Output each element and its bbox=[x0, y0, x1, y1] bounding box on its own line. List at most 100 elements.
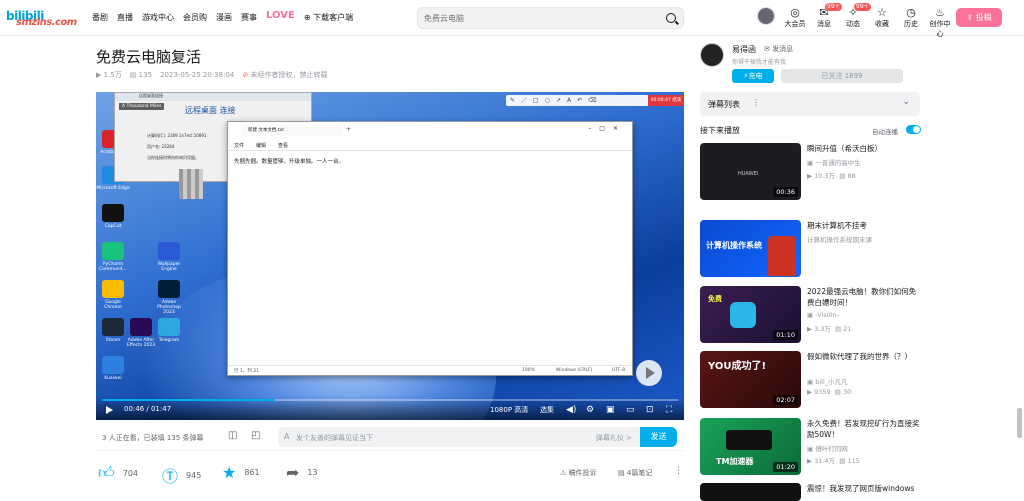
recommend-item[interactable]: 震惊！我发现了网页版windows bbox=[700, 483, 920, 501]
search-input[interactable] bbox=[424, 11, 654, 25]
recommend-title[interactable]: 震惊！我发现了网页版windows bbox=[807, 483, 920, 494]
creator-entry[interactable]: ♨ 创作中心 bbox=[929, 6, 951, 39]
recommend-danmaku: 21 bbox=[843, 325, 852, 333]
quality-selector[interactable]: 1080P 高清 bbox=[490, 405, 528, 415]
recommend-danmaku: 88 bbox=[847, 172, 856, 180]
vip-entry[interactable]: ◎ 大会员 bbox=[784, 6, 806, 39]
recommend-item[interactable]: HUAWEI 00:36 瞬间升值（希沃白板） ▣ 一普通的高中生 ▶ 10.3万… bbox=[700, 143, 920, 201]
nav-item-download-client[interactable]: ⊕ 下载客户端 bbox=[304, 12, 353, 23]
recommend-uploader[interactable]: 计算机操作系统期末课 bbox=[807, 234, 872, 244]
screen-recorder-toolbar: ✎ ／ □ ○ ↗ A ↶ ⌫ 00:00:47 结束 bbox=[506, 95, 684, 106]
nav-item-bangumi[interactable]: 番剧 bbox=[92, 12, 108, 23]
recommend-thumbnail[interactable]: YOU成功了! 02:07 bbox=[700, 351, 801, 408]
nav-item-love[interactable]: LOVE bbox=[266, 10, 295, 23]
danmaku-settings-icon[interactable]: ◰ bbox=[251, 430, 260, 441]
video-player[interactable]: Acrobat DC Microsoft Edge CapCut PyCharm… bbox=[96, 92, 684, 420]
recommend-item[interactable]: TM加速器 01:20 永久免费！若发现挖矿行为直接奖励50W！ ▣ 傅叶打同网 … bbox=[700, 418, 920, 476]
steam-icon bbox=[102, 318, 124, 336]
video-actions: 👍︎ 704 Ⓣ 945 ★ 861 ➦ 13 ⚠ 稿件投诉 ▤ 4篇笔记 ⋮ bbox=[96, 458, 684, 486]
page-scrollbar[interactable] bbox=[1017, 408, 1022, 438]
nav-item-mall[interactable]: 会员购 bbox=[183, 12, 207, 23]
nav-item-manga[interactable]: 漫画 bbox=[216, 12, 232, 23]
recommend-uploader[interactable]: ▣ 一普通的高中生 bbox=[807, 157, 861, 167]
recommend-title[interactable]: 瞬间升值（希沃白板） bbox=[807, 143, 921, 154]
upload-button[interactable]: ⇪ 投稿 bbox=[956, 8, 1002, 27]
message-label: 消息 bbox=[817, 20, 831, 28]
nav-item-match[interactable]: 赛事 bbox=[241, 12, 257, 23]
recommend-uploader[interactable]: ▣ bili_小凡凡 bbox=[807, 376, 848, 386]
pip-icon[interactable]: ▣ bbox=[606, 405, 615, 415]
report-label: 稿件投诉 bbox=[568, 469, 597, 477]
big-play-icon[interactable] bbox=[636, 360, 662, 386]
recommend-uploader[interactable]: ▣ -Visi0n- bbox=[807, 311, 839, 319]
widescreen-icon[interactable]: ▭ bbox=[626, 405, 635, 415]
recommend-item[interactable]: 计算机操作系统 期末计算机不挂考 计算机操作系统期末课 bbox=[700, 220, 920, 278]
notes-button[interactable]: ▤ 4篇笔记 bbox=[618, 468, 652, 478]
favorite-entry[interactable]: ☆ 收藏 bbox=[871, 6, 893, 39]
uploader-name[interactable]: 易得函 bbox=[732, 44, 756, 55]
nav-item-game-center[interactable]: 游戏中心 bbox=[142, 12, 174, 23]
recommend-title[interactable]: 期末计算机不挂考 bbox=[807, 220, 921, 231]
more-icon[interactable]: ⋮ bbox=[674, 466, 683, 476]
uploader-avatar[interactable] bbox=[700, 43, 724, 67]
copyright-text: 未经作者授权，禁止转载 bbox=[250, 71, 328, 79]
vip-icon: ◎ bbox=[790, 6, 800, 19]
charge-button[interactable]: ⚡充电 bbox=[732, 69, 774, 83]
recommend-item[interactable]: YOU成功了! 02:07 假如微软代理了我的世界（？） ▣ bili_小凡凡 ▶… bbox=[700, 351, 920, 409]
recommend-item[interactable]: 免费 01:10 2022最强云电脑！教你们如何免费白嫖时间！ ▣ -Visi0n… bbox=[700, 286, 920, 344]
up-next-heading: 接下来播放 bbox=[700, 126, 740, 135]
follow-button[interactable]: 已关注 1899 bbox=[781, 69, 903, 83]
publish-date: 2023-05-25 20:38:04 bbox=[160, 71, 235, 79]
report-button[interactable]: ⚠ 稿件投诉 bbox=[560, 468, 597, 478]
vip-label: 大会员 bbox=[784, 20, 806, 28]
recommend-title[interactable]: 2022最强云电脑！教你们如何免费白嫖时间！ bbox=[807, 286, 921, 308]
wallpaper-engine-icon bbox=[158, 242, 180, 260]
download-icon: ⊕ bbox=[303, 13, 311, 22]
minimize-icon: – bbox=[588, 125, 600, 132]
favorite-button[interactable]: ★ 861 bbox=[222, 463, 260, 482]
nav-item-live[interactable]: 直播 bbox=[117, 12, 133, 23]
send-message-link[interactable]: ✉ 发消息 bbox=[764, 44, 793, 54]
recommend-thumbnail[interactable]: TM加速器 01:20 bbox=[700, 418, 801, 475]
desktop-icon-label: Google Chrome bbox=[104, 300, 122, 310]
autoplay-toggle[interactable] bbox=[906, 125, 921, 134]
dynamic-entry[interactable]: ✧ 99+ 动态 bbox=[842, 3, 871, 39]
recommend-thumbnail[interactable]: 计算机操作系统 bbox=[700, 220, 801, 277]
episode-selector[interactable]: 选集 bbox=[540, 405, 554, 415]
danmaku-etiquette-link[interactable]: 弹幕礼仪 > bbox=[596, 433, 632, 443]
progress-bar[interactable] bbox=[102, 399, 678, 401]
recommend-title[interactable]: 永久免费！若发现挖矿行为直接奖励50W！ bbox=[807, 418, 921, 440]
recommend-thumbnail[interactable] bbox=[700, 483, 801, 501]
volume-icon[interactable]: ◀) bbox=[566, 405, 576, 415]
recommend-uploader[interactable]: ▣ 傅叶打同网 bbox=[807, 443, 848, 453]
chevron-down-icon[interactable]: ⌄ bbox=[902, 97, 910, 107]
upload-icon: ⇪ bbox=[966, 13, 974, 22]
site-logo[interactable]: bilibili smzins.com bbox=[6, 9, 77, 28]
fullscreen-icon[interactable]: ⛶ bbox=[666, 405, 672, 415]
settings-icon[interactable]: ⚙ bbox=[586, 405, 594, 415]
rdp-user-field: 用户名: 23284 bbox=[147, 144, 174, 150]
send-danmaku-button[interactable]: 发送 bbox=[640, 427, 677, 447]
views-count: 1.5万 bbox=[103, 71, 122, 79]
danmaku-input[interactable]: 发个友善的弹幕见证当下 bbox=[296, 433, 373, 443]
play-icon[interactable] bbox=[106, 406, 113, 414]
user-avatar[interactable] bbox=[757, 7, 775, 25]
message-entry[interactable]: ✉ 99+ 消息 bbox=[813, 3, 842, 39]
danmaku-list-menu-icon[interactable]: ⋮ bbox=[752, 98, 760, 107]
share-button[interactable]: ➦ 13 bbox=[286, 463, 318, 482]
thumb-overlay-text: 免费 bbox=[708, 295, 722, 303]
danmaku-list-panel[interactable]: 弹幕列表 ⋮ ⌄ bbox=[700, 92, 920, 116]
history-entry[interactable]: ◷ 历史 bbox=[900, 6, 922, 39]
like-button[interactable]: 👍︎ 704 bbox=[98, 463, 138, 483]
creator-label: 创作中心 bbox=[929, 20, 951, 38]
danmaku-toggle-icon[interactable]: ◫ bbox=[228, 430, 237, 441]
recommend-stats: ▶ 3.3万 ▤ 21 bbox=[807, 323, 852, 333]
recommend-thumbnail[interactable]: HUAWEI 00:36 bbox=[700, 143, 801, 200]
coin-button[interactable]: Ⓣ 945 bbox=[162, 463, 201, 487]
recommend-title[interactable]: 假如微软代理了我的世界（？） bbox=[807, 351, 921, 362]
recommend-thumbnail[interactable]: 免费 01:10 bbox=[700, 286, 801, 343]
search-icon[interactable] bbox=[666, 13, 676, 23]
danmaku-style-icon[interactable]: A bbox=[284, 432, 289, 441]
dynamic-badge: 99+ bbox=[854, 3, 871, 11]
webfullscreen-icon[interactable]: ⊡ bbox=[646, 405, 654, 415]
